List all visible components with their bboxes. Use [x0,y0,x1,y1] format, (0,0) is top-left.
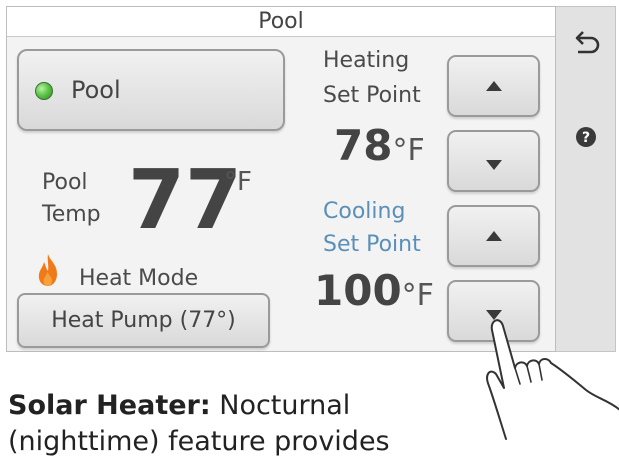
heat-mode-select[interactable]: Heat Pump (77°) [17,293,270,348]
heating-label-line1: Heating [323,48,410,73]
caption-line2: (nighttime) feature provides [8,426,390,457]
caption-bold: Solar Heater: [8,390,211,421]
cooling-label-line2: Set Point [323,232,421,257]
flame-icon [35,253,61,287]
arrow-up-icon [486,81,502,91]
pointing-hand-icon [486,319,619,440]
pool-temp-label-line2: Temp [42,202,101,227]
status-led-icon [35,82,53,100]
heating-label-line2: Set Point [323,83,421,108]
cooling-setpoint: 100°F [314,268,434,319]
heat-mode-label: Heat Mode [79,266,199,291]
cooling-setpoint-value: 100 [314,266,402,315]
page-title: Pool [7,7,555,37]
pool-temp-unit: °F [224,167,252,197]
heating-setpoint-unit: °F [392,133,425,168]
arrow-up-icon [486,231,502,241]
arrow-down-icon [486,160,502,170]
heating-up-button[interactable] [447,55,540,117]
heating-down-button[interactable] [447,130,540,192]
heating-setpoint-value: 78 [334,121,393,170]
caption-line1: Solar Heater: Nocturnal [8,388,350,424]
cooling-label-line1: Cooling [323,199,406,224]
pool-toggle-button[interactable]: Pool [17,49,285,131]
pool-button-label: Pool [71,76,121,104]
caption-rest: Nocturnal [219,390,351,421]
cooling-up-button[interactable] [447,205,540,267]
help-icon[interactable]: ? [570,121,602,153]
pool-temp-label-line1: Pool [42,170,88,195]
back-arrow-icon[interactable] [570,29,602,61]
cooling-setpoint-unit: °F [401,278,434,313]
heat-mode-value: Heat Pump (77°) [51,308,236,333]
heating-setpoint: 78°F [334,123,425,174]
svg-text:?: ? [582,130,590,146]
